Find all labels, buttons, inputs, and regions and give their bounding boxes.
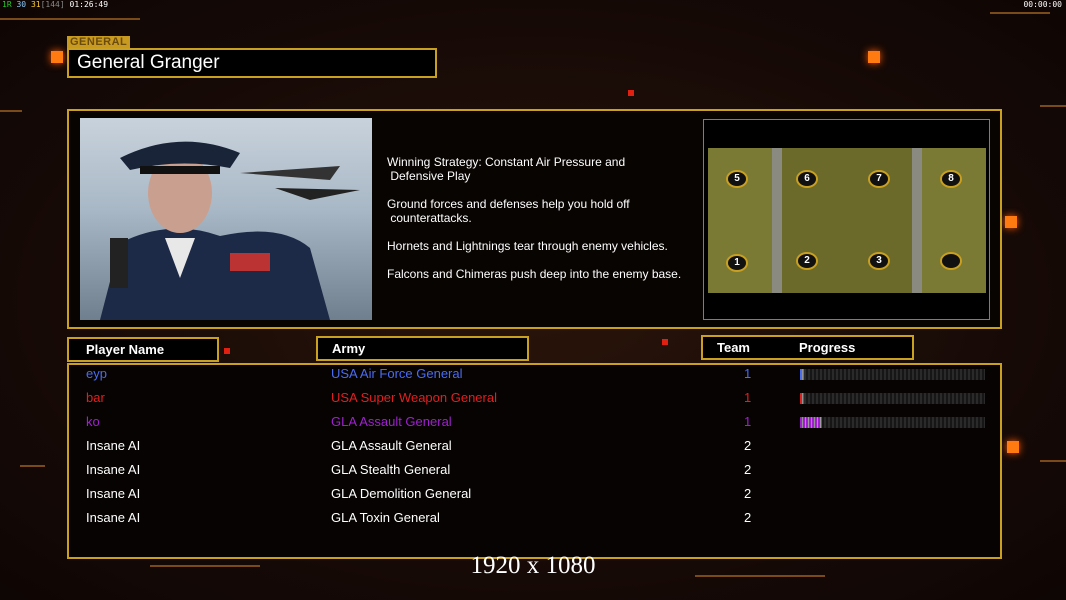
decor-line <box>1040 105 1066 107</box>
player-name: eyp <box>86 366 107 381</box>
start-slot[interactable]: 1 <box>726 254 748 272</box>
player-team: 1 <box>744 414 752 429</box>
stat-a: 1R <box>2 0 12 9</box>
stat-b: 30 <box>16 0 27 9</box>
strategy-line: Falcons and Chimeras push deep into the … <box>387 267 682 281</box>
decor-square <box>51 51 63 63</box>
player-army: GLA Assault General <box>331 414 452 429</box>
stat-c: 31 <box>30 0 41 9</box>
decor-line <box>990 12 1050 14</box>
resolution-label: 1920 x 1080 <box>470 552 596 579</box>
player-army: GLA Stealth General <box>331 462 451 477</box>
player-row[interactable]: Insane AI GLA Demolition General 2 <box>86 486 986 510</box>
start-slot[interactable]: 8 <box>940 170 962 188</box>
decor-line <box>20 465 45 467</box>
player-name: Insane AI <box>86 462 141 477</box>
decor-square <box>662 339 668 345</box>
header-player-name: Player Name <box>67 337 219 362</box>
player-team: 2 <box>744 462 752 477</box>
header-progress: Progress <box>799 340 856 355</box>
general-portrait <box>80 118 372 320</box>
player-team: 1 <box>744 390 752 405</box>
player-army: USA Air Force General <box>331 366 463 381</box>
player-army: GLA Assault General <box>331 438 452 453</box>
player-team: 1 <box>744 366 752 381</box>
decor-square <box>224 348 230 354</box>
progress-fill <box>800 369 804 380</box>
stat-d: [144] <box>40 0 65 9</box>
progress-fill <box>800 393 804 404</box>
strategy-line: Hornets and Lightnings tear through enem… <box>387 239 668 253</box>
decor-line <box>0 18 140 20</box>
player-team: 2 <box>744 486 752 501</box>
header-team-progress: Team Progress <box>701 335 914 360</box>
player-name: bar <box>86 390 105 405</box>
decor-square <box>1007 441 1019 453</box>
general-label: GENERAL <box>67 36 131 48</box>
decor-line <box>1040 460 1066 462</box>
debug-stats: 1R 30 31[144] 01:26:49 <box>2 0 108 9</box>
general-name: General Granger <box>67 48 437 78</box>
player-row[interactable]: Insane AI GLA Toxin General 2 <box>86 510 986 534</box>
map-road <box>772 148 782 293</box>
player-row[interactable]: Insane AI GLA Assault General 2 <box>86 438 986 462</box>
player-name: ko <box>86 414 100 429</box>
player-row[interactable]: ko GLA Assault General 1 <box>86 414 986 438</box>
start-slot[interactable] <box>940 252 962 270</box>
decor-square <box>868 51 880 63</box>
decor-square <box>1005 216 1017 228</box>
decor-line <box>0 110 22 112</box>
player-army: USA Super Weapon General <box>331 390 497 405</box>
start-slot[interactable]: 7 <box>868 170 890 188</box>
game-clock: 00:00:00 <box>1023 0 1062 9</box>
strategy-line: Winning Strategy: Constant Air Pressure … <box>387 155 626 183</box>
start-slot[interactable]: 5 <box>726 170 748 188</box>
player-team: 2 <box>744 438 752 453</box>
player-row[interactable]: Insane AI GLA Stealth General 2 <box>86 462 986 486</box>
player-row[interactable]: bar USA Super Weapon General 1 <box>86 390 986 414</box>
player-name: Insane AI <box>86 486 141 501</box>
start-slot[interactable]: 3 <box>868 252 890 270</box>
player-army: GLA Toxin General <box>331 510 440 525</box>
map-road <box>912 148 922 293</box>
player-team: 2 <box>744 510 752 525</box>
stat-time: 01:26:49 <box>69 0 109 9</box>
header-army: Army <box>316 336 529 361</box>
progress-bar <box>800 417 985 428</box>
progress-bar <box>800 369 985 380</box>
progress-bar <box>800 393 985 404</box>
decor-square <box>628 90 634 96</box>
minimap: 5 6 7 8 1 2 3 <box>708 148 986 293</box>
player-name: Insane AI <box>86 510 141 525</box>
player-row[interactable]: eyp USA Air Force General 1 <box>86 366 986 390</box>
start-slot[interactable]: 2 <box>796 252 818 270</box>
start-slot[interactable]: 6 <box>796 170 818 188</box>
header-team: Team <box>717 340 750 355</box>
strategy-line: Ground forces and defenses help you hold… <box>387 197 630 225</box>
map-preview: 5 6 7 8 1 2 3 <box>703 119 990 320</box>
player-army: GLA Demolition General <box>331 486 472 501</box>
strategy-text: Winning Strategy: Constant Air Pressure … <box>387 155 697 295</box>
player-name: Insane AI <box>86 438 141 453</box>
progress-fill <box>800 417 823 428</box>
